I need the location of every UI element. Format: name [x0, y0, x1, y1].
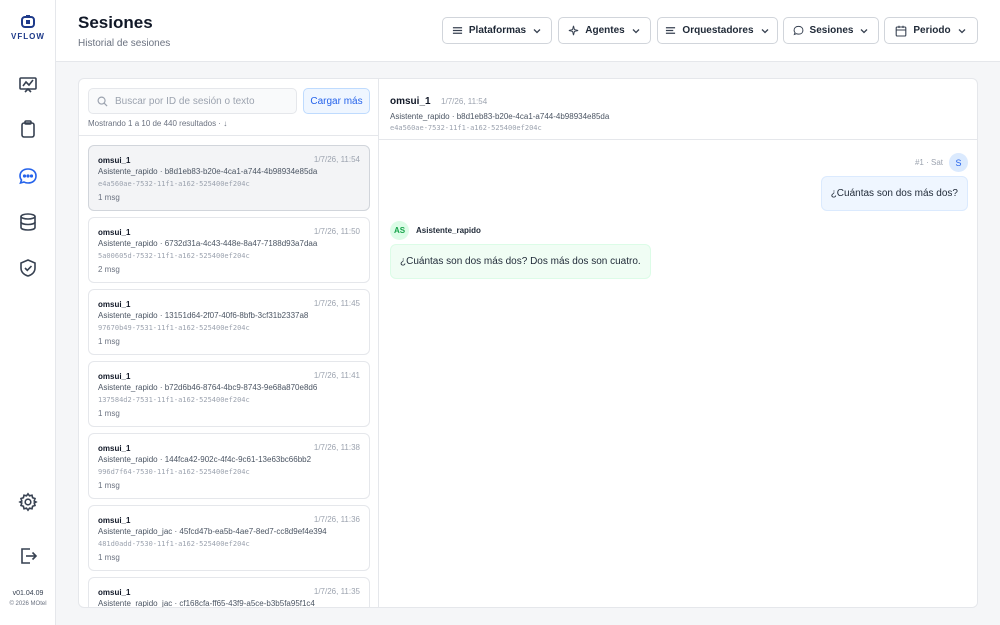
header: Sesiones Historial de sesiones Plataform…: [56, 0, 1000, 62]
conversation-time: 1/7/26, 11:54: [441, 97, 488, 106]
assistant-avatar: AS: [390, 221, 409, 240]
brand-name: VFLOW: [11, 32, 45, 41]
filter-label: Agentes: [585, 25, 625, 36]
session-agent: Asistente_rapido_jac · cf168cfa-ff65-43f…: [98, 599, 315, 608]
session-time: 1/7/26, 11:35: [313, 587, 360, 596]
conversation-agent: Asistente_rapido · b8d1eb83-b20e-4ca1-a7…: [390, 112, 610, 121]
filter-label: Periodo: [913, 25, 951, 36]
logo: VFLOW: [0, 14, 56, 41]
app: VFLOW v01.04.09 © 2026 MOtel Sesiones Hi…: [0, 0, 1000, 625]
session-agent: Asistente_rapido · 13151d64-2f07-40f6-8b…: [98, 311, 309, 320]
filter-label: Sesiones: [809, 25, 854, 36]
load-more-button[interactable]: Cargar más: [303, 88, 370, 114]
session-item[interactable]: omsui_1 1/7/26, 11:54 Asistente_rapido ·…: [88, 145, 370, 211]
session-item[interactable]: omsui_1 1/7/26, 11:35 Asistente_rapido_j…: [88, 577, 370, 608]
conversation-user: omsui_1: [390, 96, 431, 107]
filter-periodo-button[interactable]: Periodo: [884, 17, 978, 44]
logout-icon[interactable]: [16, 544, 40, 568]
message-index: #1 · Sat: [914, 158, 943, 167]
chat-icon[interactable]: [16, 164, 40, 188]
sessions-list-panel: Cargar más Mostrando 1 a 10 de 440 resul…: [79, 79, 379, 608]
session-time: 1/7/26, 11:38: [313, 443, 360, 452]
filter-agentes-button[interactable]: Agentes: [558, 17, 651, 44]
session-item[interactable]: omsui_1 1/7/26, 11:41 Asistente_rapido ·…: [88, 361, 370, 427]
dashboard-icon[interactable]: [16, 73, 40, 97]
session-time: 1/7/26, 11:50: [313, 227, 360, 236]
session-message-count: 1 msg: [98, 409, 120, 418]
filter-sesiones-button[interactable]: Sesiones: [783, 17, 879, 44]
user-message-meta: #1 · Sat S: [915, 153, 968, 172]
session-agent: Asistente_rapido_jac · 45fcd47b-ea5b-4ae…: [98, 527, 327, 536]
chat-bubble-icon: [793, 25, 803, 36]
assistant-message-bubble: ¿Cuántas son dos más dos? Dos más dos so…: [390, 244, 651, 279]
session-id: 5a00605d-7532-11f1-a162-525400ef204c: [98, 252, 250, 260]
session-id: 481d0add-7530-11f1-a162-525400ef204c: [98, 540, 250, 548]
filter-label: Plataformas: [468, 25, 527, 36]
session-message-count: 1 msg: [98, 553, 120, 562]
version-info: v01.04.09 © 2026 MOtel: [0, 589, 56, 609]
list-icon: [666, 27, 676, 34]
version-number: v01.04.09: [12, 590, 44, 597]
search-icon: [97, 96, 108, 107]
assistant-name: Asistente_rapido: [416, 226, 481, 235]
page-subtitle: Historial de sesiones: [78, 38, 171, 49]
sparkle-icon: [569, 25, 579, 36]
gear-icon[interactable]: [16, 490, 40, 514]
session-item[interactable]: omsui_1 1/7/26, 11:45 Asistente_rapido ·…: [88, 289, 370, 355]
session-agent: Asistente_rapido · b8d1eb83-b20e-4ca1-a7…: [98, 167, 318, 176]
chevron-down-icon: [632, 28, 640, 33]
chevron-down-icon: [958, 28, 966, 33]
clipboard-icon[interactable]: [16, 117, 40, 141]
assistant-message-meta: AS Asistente_rapido: [390, 221, 481, 240]
session-time: 1/7/26, 11:36: [313, 515, 360, 524]
conversation-title-row: omsui_1 1/7/26, 11:54: [390, 91, 968, 109]
session-message-count: 1 msg: [98, 193, 120, 202]
search-input[interactable]: [115, 95, 285, 107]
conversation-header: omsui_1 1/7/26, 11:54 Asistente_rapido ·…: [379, 79, 977, 140]
session-time: 1/7/26, 11:45: [313, 299, 360, 308]
copyright: © 2026 MOtel: [9, 601, 47, 607]
results-info: Mostrando 1 a 10 de 440 resultados · ↓: [88, 119, 228, 128]
filter-orquestadores-button[interactable]: Orquestadores: [657, 17, 778, 44]
list-icon: [452, 27, 462, 34]
session-agent: Asistente_rapido · 144fca42-902c-4f4c-9c…: [98, 455, 312, 464]
conversation-panel: omsui_1 1/7/26, 11:54 Asistente_rapido ·…: [379, 79, 977, 607]
session-id: 97670b49-7531-11f1-a162-525400ef204c: [98, 324, 250, 332]
conversation-body: #1 · Sat S ¿Cuántas son dos más dos? AS …: [379, 141, 977, 607]
database-icon[interactable]: [16, 210, 40, 234]
session-id: 137584d2-7531-11f1-a162-525400ef204c: [98, 396, 250, 404]
session-time: 1/7/26, 11:54: [313, 155, 360, 164]
user-message-bubble: ¿Cuántas son dos más dos?: [820, 176, 968, 211]
chevron-down-icon: [860, 28, 868, 33]
session-id: e4a560ae-7532-11f1-a162-525400ef204c: [98, 180, 250, 188]
session-id: 996d7f64-7530-11f1-a162-525400ef204c: [98, 468, 250, 476]
filter-plataformas-button[interactable]: Plataformas: [442, 17, 552, 44]
user-avatar: S: [949, 153, 968, 172]
calendar-icon: [896, 25, 907, 37]
session-item[interactable]: omsui_1 1/7/26, 11:50 Asistente_rapido ·…: [88, 217, 370, 283]
filter-label: Orquestadores: [682, 25, 754, 36]
session-item[interactable]: omsui_1 1/7/26, 11:38 Asistente_rapido ·…: [88, 433, 370, 499]
page-title: Sesiones: [78, 13, 153, 32]
chevron-down-icon: [761, 28, 769, 33]
session-message-count: 1 msg: [98, 481, 120, 490]
logo-icon: [21, 15, 35, 28]
session-agent: Asistente_rapido · b72d6b46-8764-4bc9-87…: [98, 383, 318, 392]
session-time: 1/7/26, 11:41: [313, 371, 360, 380]
session-agent: Asistente_rapido · 6732d31a-4c43-448e-8a…: [98, 239, 318, 248]
session-message-count: 2 msg: [98, 265, 120, 274]
chevron-down-icon: [533, 28, 541, 33]
shield-check-icon[interactable]: [16, 256, 40, 280]
sessions-card: Cargar más Mostrando 1 a 10 de 440 resul…: [78, 78, 978, 608]
divider: [79, 135, 379, 136]
session-item[interactable]: omsui_1 1/7/26, 11:36 Asistente_rapido_j…: [88, 505, 370, 571]
session-message-count: 1 msg: [98, 337, 120, 346]
search-box[interactable]: [88, 88, 297, 114]
conversation-id: e4a560ae-7532-11f1-a162-525400ef204c: [390, 124, 542, 132]
sessions-list: omsui_1 1/7/26, 11:54 Asistente_rapido ·…: [88, 145, 370, 608]
sidebar: VFLOW v01.04.09 © 2026 MOtel: [0, 0, 56, 625]
